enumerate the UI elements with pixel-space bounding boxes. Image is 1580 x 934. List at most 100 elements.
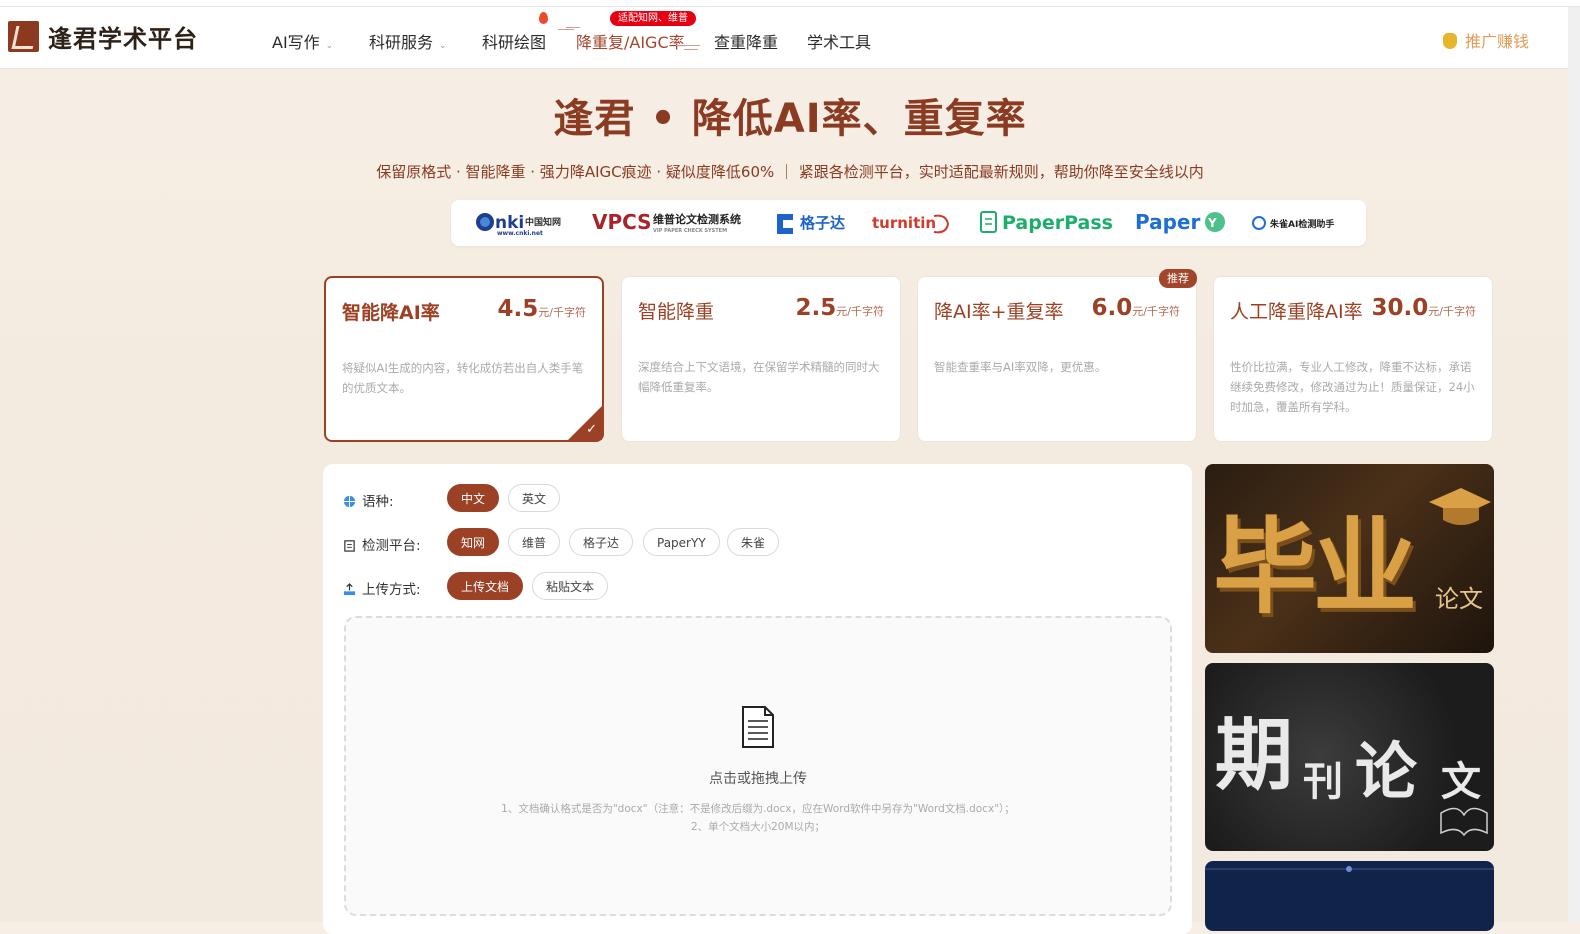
price-value: 2.5 <box>795 295 837 321</box>
fire-icon <box>539 12 548 24</box>
svg-text:turnitin: turnitin <box>872 214 936 232</box>
recommend-badge: 推荐 <box>1159 269 1197 288</box>
hot-badge: 适配知网、维普 <box>610 11 696 26</box>
graduation-cap-icon <box>1429 488 1491 525</box>
service-card-ai-rate[interactable]: 智能降AI率 4.5元/千字符 将疑似AI生成的内容，转化成仿若出自人类手笔的优… <box>324 276 604 442</box>
chevron-down-icon: ⌄ <box>439 41 447 51</box>
svg-text:中国知网: 中国知网 <box>525 216 561 228</box>
logo-icon[interactable] <box>8 21 39 52</box>
promo-label: 推广赚钱 <box>1465 32 1530 51</box>
nav-label: 科研服务 <box>369 33 434 52</box>
price-value: 30.0 <box>1371 295 1429 321</box>
price-unit: 元/千字符 <box>836 305 884 318</box>
ad-char: 刊 <box>1303 758 1343 805</box>
book-icon <box>1440 807 1488 837</box>
platform-option-vip[interactable]: 维普 <box>508 528 561 556</box>
dropzone-note-1: 1、文档确认格式是否为"docx"（注意：不是修改后缀为.docx，应在Word… <box>501 803 1015 815</box>
nav-check-reduce[interactable]: 查重降重 <box>714 29 778 53</box>
card-desc: 性价比拉满，专业人工修改，降重不达标，承诺继续免费修改，修改通过为止！质量保证，… <box>1230 360 1475 414</box>
upload-label: 上传方式: <box>362 582 421 598</box>
nav-label: 科研绘图 <box>482 33 547 52</box>
card-desc: 将疑似AI生成的内容，转化成仿若出自人类手笔的优质文本。 <box>342 361 584 395</box>
service-card-reduce-dup[interactable]: 智能降重 2.5元/千字符 深度结合上下文语境，在保留学术精髓的同时大幅降低重复… <box>621 276 901 442</box>
ad-banner-third[interactable] <box>1205 861 1494 931</box>
ad-banner-graduation-thesis[interactable]: 毕业 论文 <box>1205 464 1494 653</box>
document-icon <box>742 706 774 748</box>
svg-text:Y: Y <box>1207 216 1217 230</box>
upload-row: 上传方式: <box>343 578 421 598</box>
svg-text:PaperPass: PaperPass <box>1002 212 1113 234</box>
price-unit: 元/千字符 <box>1428 305 1476 318</box>
service-card-combo[interactable]: 降AI率+重复率 6.0元/千字符 智能查重率与AI率双降，更优惠。 <box>917 276 1197 442</box>
ad-char: 论 <box>1355 735 1418 808</box>
platform-option-zhuque[interactable]: 朱雀 <box>727 528 780 556</box>
price-unit: 元/千字符 <box>538 306 586 319</box>
language-row: 语种: <box>343 490 394 510</box>
globe-icon <box>343 495 356 508</box>
clipboard-icon <box>344 540 355 552</box>
card-title: 智能降AI率 <box>342 302 440 324</box>
check-icon: ✓ <box>586 422 597 437</box>
decor-line <box>684 49 698 50</box>
hero-subtitle: 保留原格式 · 智能降重 · 强力降AIGC痕迹 · 疑似度降低60% ｜ 紧跟… <box>376 163 1204 181</box>
platform-logo-strip: nki 中国知网 www.cnki.net VPCS 维普论文检测系统 VIP … <box>451 200 1366 246</box>
page-scrollbar[interactable] <box>1568 7 1580 922</box>
language-label: 语种: <box>362 494 394 510</box>
svg-text:朱雀AI检测助手: 朱雀AI检测助手 <box>1269 218 1334 230</box>
svg-text:格子达: 格子达 <box>800 214 845 232</box>
card-price: 30.0元/千字符 <box>1372 295 1476 321</box>
svg-text:VIP PAPER CHECK SYSTEM: VIP PAPER CHECK SYSTEM <box>653 228 727 234</box>
ad-pattern <box>1205 866 1494 872</box>
moneybag-icon <box>1443 33 1457 49</box>
service-card-manual[interactable]: 人工降重降AI率 30.0元/千字符 性价比拉满，专业人工修改，降重不达标，承诺… <box>1213 276 1493 442</box>
platform-label: 检测平台: <box>362 538 421 554</box>
nav-label: 查重降重 <box>714 33 779 52</box>
price-unit: 元/千字符 <box>1132 305 1180 318</box>
platform-option-paperyy[interactable]: PaperYY <box>643 528 720 556</box>
promo-link[interactable]: 推广赚钱 <box>1443 28 1529 52</box>
price-value: 6.0 <box>1091 295 1133 321</box>
language-option-english[interactable]: 英文 <box>508 484 561 512</box>
card-price: 2.5元/千字符 <box>796 295 884 321</box>
vpcs-logo-graphic: VPCS 维普论文检测系统 VIP PAPER CHECK SYSTEM <box>592 210 741 234</box>
nav-label: AI写作 <box>272 33 320 52</box>
decor-line <box>676 45 700 46</box>
card-title: 降AI率+重复率 <box>934 301 1064 323</box>
nav-ai-writing[interactable]: AI写作 ⌄ <box>272 29 333 53</box>
ad-main-text: 期 <box>1215 710 1294 801</box>
hero-title: 逢君 • 降低AI率、重复率 <box>553 96 1027 142</box>
card-price: 4.5元/千字符 <box>498 296 586 322</box>
decor-line <box>566 27 580 28</box>
ad-main-text: 毕业 <box>1213 505 1417 628</box>
svg-text:VPCS: VPCS <box>592 210 652 234</box>
platform-row: 检测平台: <box>343 534 421 554</box>
ad-banner-journal-paper[interactable]: 期 刊 论 文 <box>1205 663 1494 851</box>
card-price: 6.0元/千字符 <box>1092 295 1180 321</box>
platform-option-cnki[interactable]: 知网 <box>447 528 500 556</box>
nav-academic-tools[interactable]: 学术工具 <box>807 29 871 53</box>
upload-option-file[interactable]: 上传文档 <box>447 572 524 600</box>
upload-icon <box>343 583 356 596</box>
nav-reduce-aigc[interactable]: 降重复/AIGC率 <box>576 29 685 53</box>
card-desc: 智能查重率与AI率双降，更优惠。 <box>934 360 1107 374</box>
gezida-logo-graphic: 格子达 <box>777 214 845 234</box>
dropzone-title: 点击或拖拽上传 <box>709 771 807 787</box>
svg-text:维普论文检测系统: 维普论文检测系统 <box>653 212 741 226</box>
turnitin-logo-graphic: turnitin <box>872 214 950 234</box>
platform-option-gezida[interactable]: 格子达 <box>569 528 634 556</box>
nav-research-drawing[interactable]: 科研绘图 <box>482 29 546 53</box>
decor-line <box>558 29 574 30</box>
chevron-down-icon: ⌄ <box>325 41 334 51</box>
dropzone-note-2: 2、单个文档大小20M以内； <box>690 821 826 833</box>
nav-research-services[interactable]: 科研服务 ⌄ <box>369 29 447 53</box>
paperpass-logo-graphic: PaperPass <box>980 211 1113 234</box>
card-desc: 深度结合上下文语境，在保留学术精髓的同时大幅降低重复率。 <box>638 360 880 394</box>
price-value: 4.5 <box>497 296 539 322</box>
top-navbar: 逢君学术平台 AI写作 ⌄ 科研服务 ⌄ 科研绘图 降重复/AIGC率 查重降重 学… <box>0 7 1568 69</box>
file-dropzone[interactable]: 点击或拖拽上传 1、文档确认格式是否为"docx"（注意：不是修改后缀为.doc… <box>344 616 1172 916</box>
language-option-chinese[interactable]: 中文 <box>447 484 500 512</box>
upload-option-paste[interactable]: 粘贴文本 <box>532 572 609 600</box>
ad-sub-text: 论文 <box>1435 585 1483 613</box>
card-title: 人工降重降AI率 <box>1230 301 1363 323</box>
brand-name[interactable]: 逢君学术平台 <box>48 19 198 54</box>
